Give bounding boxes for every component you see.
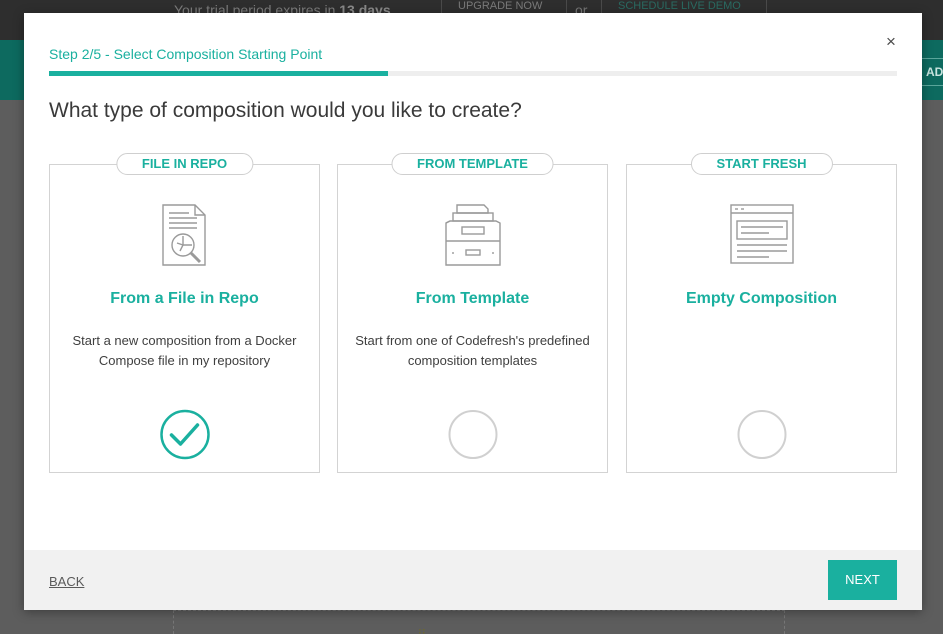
page-title: What type of composition would you like … xyxy=(49,99,522,122)
card-tag: FILE IN REPO xyxy=(115,153,254,175)
progress-bar-fill xyxy=(49,71,389,76)
option-card-from-template[interactable]: FROM TEMPLATE From Template Start from o… xyxy=(337,153,608,473)
option-card-start-fresh[interactable]: START FRESH Empty Composition xyxy=(626,153,897,473)
card-tag: FROM TEMPLATE xyxy=(391,153,554,175)
upgrade-now-button[interactable]: UPGRADE NOW xyxy=(441,0,567,14)
selected-check-icon[interactable] xyxy=(159,409,210,460)
next-button[interactable]: NEXT xyxy=(828,560,897,600)
document-search-icon xyxy=(159,203,211,274)
composition-wizard-modal: Step 2/5 - Select Composition Starting P… xyxy=(24,13,922,610)
card-description: Start a new composition from a Docker Co… xyxy=(72,333,297,368)
modal-footer: BACK NEXT xyxy=(24,550,922,610)
blank-window-icon xyxy=(729,203,795,274)
back-link[interactable]: BACK xyxy=(49,574,84,589)
card-title: Empty Composition xyxy=(685,290,838,307)
schedule-demo-button[interactable]: SCHEDULE LIVE DEMO xyxy=(601,0,767,14)
card-title: From a File in Repo xyxy=(110,290,259,307)
progress-bar xyxy=(49,71,897,76)
card-description: Start from one of Codefresh's predefined… xyxy=(355,333,590,368)
card-tag: START FRESH xyxy=(690,153,833,175)
drop-area xyxy=(173,610,785,634)
close-icon[interactable]: × xyxy=(884,33,898,50)
unselected-radio-icon[interactable] xyxy=(736,409,787,460)
add-button[interactable]: AD xyxy=(921,58,943,86)
loading-indicator: ⁝⁝ xyxy=(418,626,426,634)
card-title: From Template xyxy=(415,290,530,307)
option-card-file-in-repo[interactable]: FILE IN REPO From a File in Repo Start a… xyxy=(49,153,320,473)
step-title: Step 2/5 - Select Composition Starting P… xyxy=(49,46,323,62)
file-cabinet-icon xyxy=(440,203,506,274)
unselected-radio-icon[interactable] xyxy=(447,409,498,460)
